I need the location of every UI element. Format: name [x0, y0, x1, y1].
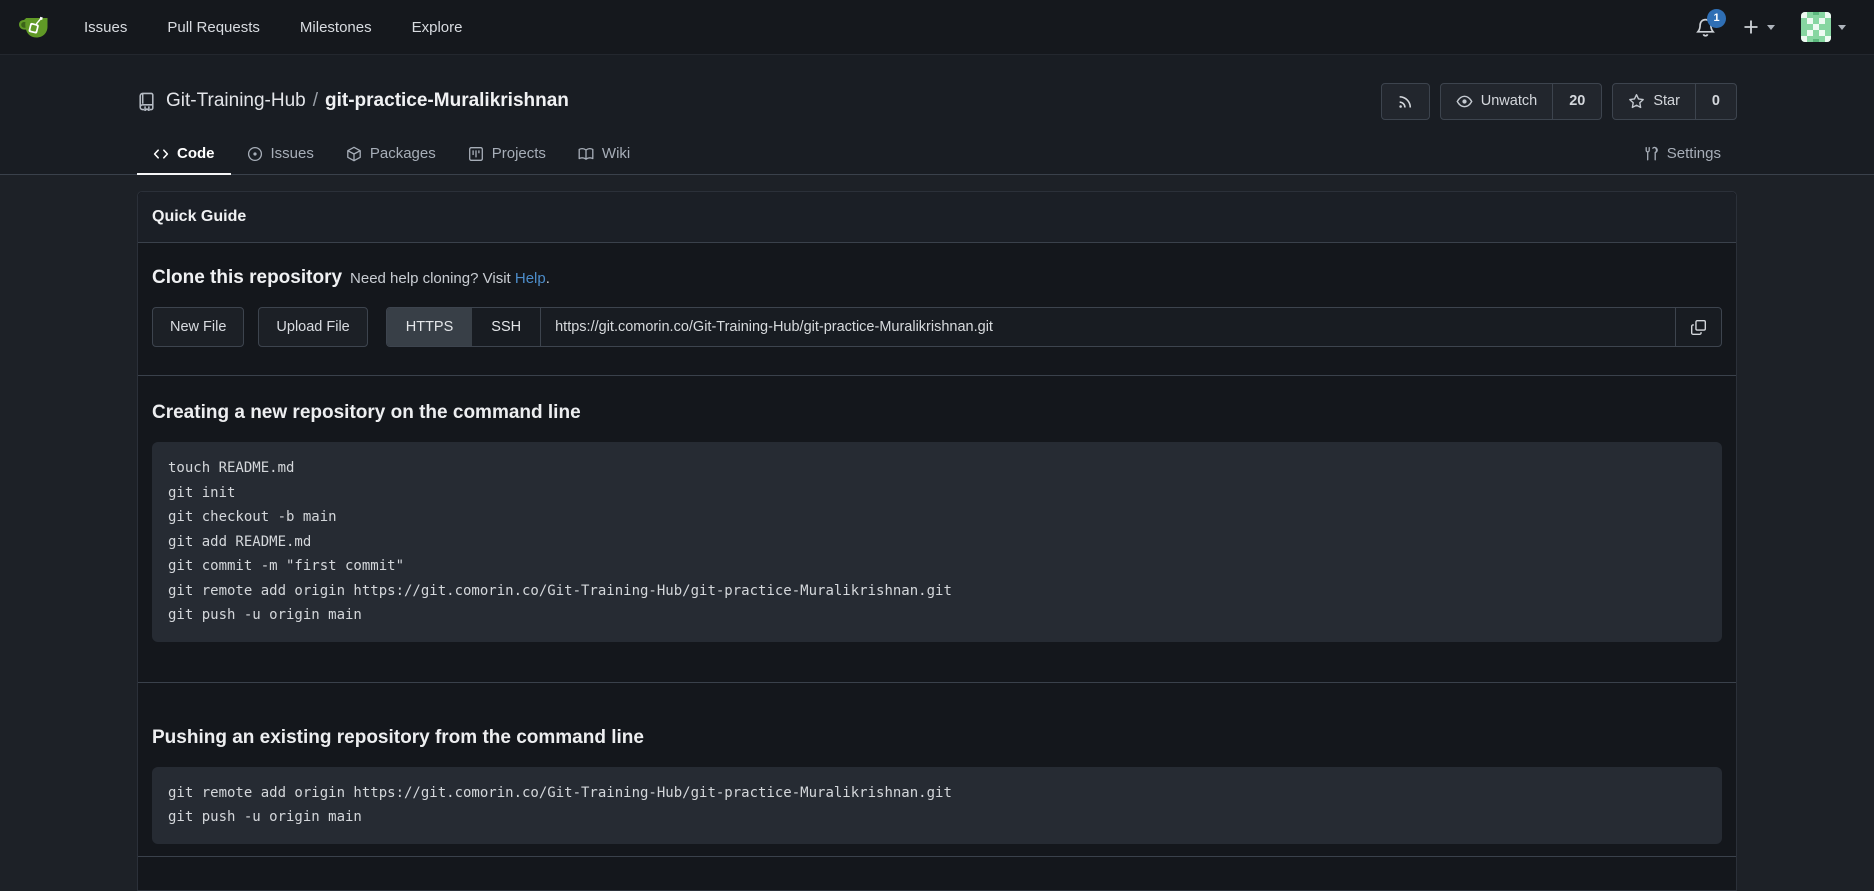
chevron-down-icon — [1838, 25, 1846, 30]
tab-settings-label: Settings — [1667, 145, 1721, 162]
push-existing-code-block[interactable]: git remote add origin https://git.comori… — [152, 767, 1722, 844]
top-navbar: Issues Pull Requests Milestones Explore … — [0, 0, 1874, 55]
watch-button-group: Unwatch 20 — [1440, 83, 1603, 120]
tab-wiki[interactable]: Wiki — [562, 133, 646, 174]
navbar-item-issues[interactable]: Issues — [64, 0, 147, 54]
push-existing-heading: Pushing an existing repository from the … — [152, 727, 1722, 749]
navbar-item-pull-requests[interactable]: Pull Requests — [147, 0, 280, 54]
notification-count-badge: 1 — [1707, 9, 1726, 28]
tab-issues[interactable]: Issues — [231, 133, 330, 174]
book-icon — [578, 146, 594, 162]
repo-icon — [137, 92, 156, 111]
issue-icon — [247, 146, 263, 162]
gitea-logo-icon[interactable] — [18, 11, 50, 43]
tab-settings[interactable]: Settings — [1627, 133, 1737, 174]
panel-title: Quick Guide — [138, 192, 1736, 243]
unwatch-button[interactable]: Unwatch — [1441, 84, 1552, 119]
code-icon — [153, 146, 169, 162]
eye-icon — [1456, 93, 1473, 110]
tab-projects[interactable]: Projects — [452, 133, 562, 174]
repo-tabs: Code Issues Packages — [137, 133, 1737, 174]
create-new-dropdown[interactable] — [1742, 18, 1775, 36]
unwatch-label: Unwatch — [1481, 93, 1537, 109]
help-link[interactable]: Help — [515, 270, 546, 287]
navbar-item-explore[interactable]: Explore — [392, 0, 483, 54]
tab-packages-label: Packages — [370, 145, 436, 162]
clone-intro: Clone this repository Need help cloning? … — [152, 243, 1722, 289]
repo-header: Git-Training-Hub / git-practice-Muralikris… — [0, 55, 1874, 175]
navbar-item-milestones[interactable]: Milestones — [280, 0, 392, 54]
ssh-toggle[interactable]: SSH — [472, 308, 541, 346]
navbar-links: Issues Pull Requests Milestones Explore — [64, 0, 482, 54]
star-icon — [1628, 93, 1645, 110]
upload-file-button[interactable]: Upload File — [258, 307, 367, 347]
repo-owner-link[interactable]: Git-Training-Hub — [166, 90, 306, 111]
push-existing-section: Pushing an existing repository from the … — [138, 683, 1736, 856]
tools-icon — [1643, 146, 1659, 162]
tab-wiki-label: Wiki — [602, 145, 630, 162]
clone-hint: Need help cloning? Visit — [350, 270, 511, 287]
repo-name-link[interactable]: git-practice-Muralikrishnan — [325, 90, 569, 111]
chevron-down-icon — [1767, 25, 1775, 30]
watchers-count[interactable]: 20 — [1552, 84, 1601, 119]
repo-title-separator: / — [313, 90, 318, 111]
tab-issues-label: Issues — [271, 145, 314, 162]
star-button-group: Star 0 — [1612, 83, 1737, 120]
clone-url-group: HTTPS SSH — [386, 307, 1722, 347]
create-repo-section: Creating a new repository on the command… — [138, 376, 1736, 682]
https-toggle[interactable]: HTTPS — [387, 308, 473, 346]
clone-url-input[interactable] — [541, 308, 1675, 346]
avatar — [1801, 12, 1831, 42]
package-icon — [346, 146, 362, 162]
clone-heading: Clone this repository — [152, 267, 342, 288]
user-menu[interactable] — [1801, 12, 1846, 42]
quick-guide-panel: Quick Guide Clone this repository Need he… — [137, 191, 1737, 891]
section-divider — [138, 856, 1736, 857]
copy-icon — [1690, 319, 1707, 336]
tab-code-label: Code — [177, 145, 215, 162]
tab-packages[interactable]: Packages — [330, 133, 452, 174]
stars-count[interactable]: 0 — [1695, 84, 1736, 119]
create-repo-heading: Creating a new repository on the command… — [152, 402, 1722, 424]
star-button[interactable]: Star — [1613, 84, 1695, 119]
rss-icon — [1382, 84, 1429, 119]
star-label: Star — [1653, 93, 1680, 109]
notifications-button[interactable]: 1 — [1695, 17, 1716, 38]
project-icon — [468, 146, 484, 162]
clone-hint-period: . — [546, 270, 550, 287]
plus-icon — [1742, 18, 1760, 36]
new-file-button[interactable]: New File — [152, 307, 244, 347]
create-repo-code-block[interactable]: touch README.md git init git checkout -b… — [152, 442, 1722, 642]
tab-code[interactable]: Code — [137, 133, 231, 174]
copy-url-button[interactable] — [1675, 308, 1721, 346]
repo-title: Git-Training-Hub / git-practice-Muralikris… — [166, 90, 569, 112]
rss-button[interactable] — [1381, 83, 1430, 120]
tab-projects-label: Projects — [492, 145, 546, 162]
